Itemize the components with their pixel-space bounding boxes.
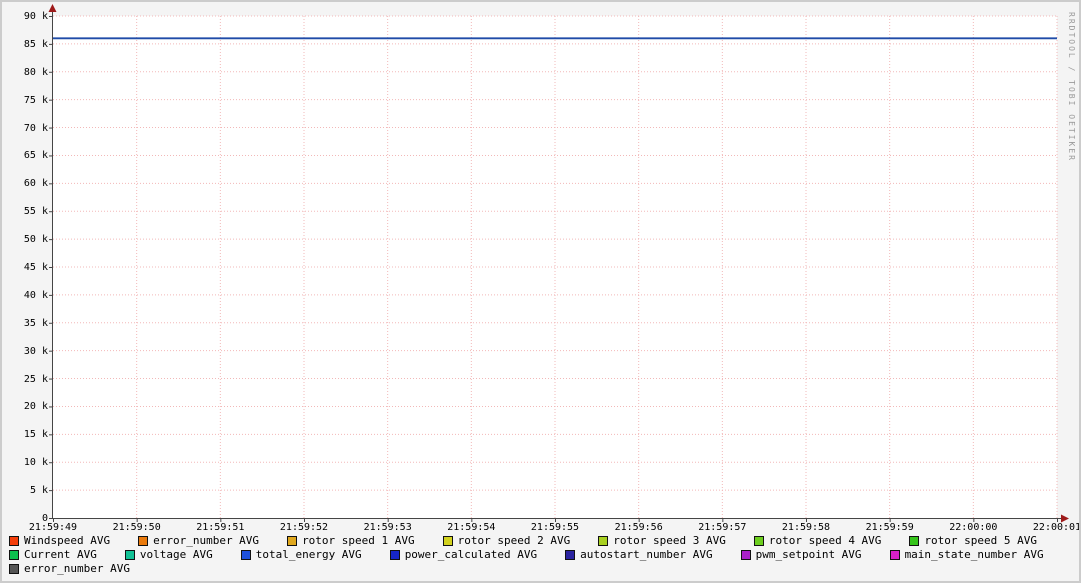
legend-row: Windspeed AVG error_number AVG rotor speed… bbox=[9, 535, 1044, 547]
legend-label: rotor speed 3 AVG bbox=[613, 534, 726, 547]
y-tick-label: 5 k bbox=[29, 485, 48, 497]
legend-swatch-icon bbox=[9, 536, 19, 546]
plot-canvas bbox=[48, 4, 1069, 523]
rrdtool-watermark: RRDTOOL / TOBI OETIKER bbox=[1067, 12, 1076, 162]
x-tick-label: 21:59:56 bbox=[614, 522, 663, 533]
legend-item: rotor speed 4 AVG bbox=[753, 534, 882, 547]
legend-item: Current AVG bbox=[9, 549, 97, 561]
legend-item: rotor speed 2 AVG bbox=[442, 534, 571, 547]
x-tick-label: 22:00:00 bbox=[949, 522, 998, 533]
legend-row: error_number AVG bbox=[9, 563, 1044, 575]
legend-swatch-icon bbox=[565, 550, 576, 560]
legend-item: rotor speed 1 AVG bbox=[287, 535, 415, 547]
legend-swatch-icon bbox=[753, 536, 764, 546]
legend-label: total_energy AVG bbox=[255, 548, 362, 561]
legend-item: autostart_number AVG bbox=[565, 548, 713, 561]
y-tick-label: 10 k bbox=[23, 457, 48, 469]
y-tick-label: 65 k bbox=[23, 150, 48, 162]
legend-swatch-icon bbox=[740, 550, 751, 560]
legend-label: error_number AVG bbox=[24, 562, 130, 575]
legend-swatch-icon bbox=[9, 564, 19, 574]
legend-swatch-icon bbox=[240, 550, 251, 560]
x-tick-label: 21:59:51 bbox=[196, 522, 245, 533]
y-tick-label: 20 k bbox=[23, 401, 48, 413]
y-tick-label: 70 k bbox=[23, 122, 48, 134]
x-tick-label: 21:59:55 bbox=[530, 522, 580, 533]
y-tick-label: 15 k bbox=[23, 429, 48, 441]
legend-swatch-icon bbox=[389, 550, 400, 560]
y-tick-label: 55 k bbox=[23, 206, 48, 218]
legend-item: power_calculated AVG bbox=[389, 548, 538, 561]
rrdtool-graph: 05 k 10 k 15 k 20 k 25 k 30 k 35 k 40 k 45 k 50 k… bbox=[0, 0, 1081, 583]
legend-swatch-icon bbox=[124, 550, 135, 560]
legend-swatch-icon bbox=[9, 550, 19, 560]
legend-label: error_number AVG bbox=[153, 534, 260, 547]
x-tick-label: 21:59:59 bbox=[865, 522, 914, 533]
legend-label: rotor speed 5 AVG bbox=[924, 534, 1038, 547]
y-tick-label: 60 k bbox=[23, 178, 48, 190]
y-tick-label: 90 k bbox=[23, 11, 48, 22]
legend-label: rotor speed 2 AVG bbox=[457, 534, 571, 547]
legend-item: rotor speed 3 AVG bbox=[598, 535, 726, 547]
y-tick-label: 25 k bbox=[23, 373, 48, 385]
legend-label: voltage AVG bbox=[139, 548, 213, 561]
legend-label: rotor speed 4 AVG bbox=[768, 534, 882, 547]
legend-item: error_number AVG bbox=[138, 535, 259, 547]
legend-swatch-icon bbox=[442, 536, 453, 546]
legend-item: voltage AVG bbox=[124, 548, 213, 561]
legend-swatch-icon bbox=[909, 536, 920, 546]
y-tick-label: 85 k bbox=[23, 38, 48, 50]
legend-item: main_state_number AVG bbox=[889, 548, 1044, 561]
legend-label: Windspeed AVG bbox=[24, 534, 111, 547]
legend-label: Current AVG bbox=[24, 548, 97, 561]
legend-swatch-icon bbox=[889, 550, 900, 560]
legend-item: error_number AVG bbox=[9, 563, 130, 575]
x-tick-label: 21:59:52 bbox=[279, 522, 329, 533]
legend-label: rotor speed 1 AVG bbox=[302, 534, 415, 547]
x-tick-label: 21:59:50 bbox=[112, 522, 161, 533]
y-axis-arrow-icon bbox=[48, 4, 57, 12]
x-tick-label: 22:00:01 bbox=[1032, 522, 1081, 533]
x-tick-label: 21:59:57 bbox=[698, 522, 747, 533]
x-tick-label: 21:59:53 bbox=[363, 522, 412, 533]
legend-label: main_state_number AVG bbox=[904, 548, 1044, 561]
legend: Windspeed AVG error_number AVG rotor speed… bbox=[9, 535, 1044, 577]
legend-label: pwm_setpoint AVG bbox=[755, 548, 862, 561]
y-tick-label: 80 k bbox=[23, 66, 48, 78]
x-tick-label: 21:59:58 bbox=[781, 522, 831, 533]
legend-item: pwm_setpoint AVG bbox=[740, 548, 862, 561]
legend-item: rotor speed 5 AVG bbox=[909, 535, 1037, 547]
y-tick-label: 45 k bbox=[23, 262, 48, 273]
legend-item: total_energy AVG bbox=[240, 548, 362, 561]
legend-item: Windspeed AVG bbox=[9, 535, 110, 547]
legend-label: autostart_number AVG bbox=[580, 548, 713, 561]
y-tick-label: 50 k bbox=[23, 234, 48, 246]
legend-swatch-icon bbox=[598, 536, 609, 546]
x-tick-label: 21:59:54 bbox=[447, 522, 496, 533]
y-tick-label: 30 k bbox=[23, 345, 48, 357]
legend-row: Current AVG voltage AVG total_energy AVG po… bbox=[9, 549, 1044, 561]
legend-label: power_calculated AVG bbox=[404, 548, 538, 561]
y-tick-label: 40 k bbox=[23, 289, 48, 301]
y-tick-label: 75 k bbox=[23, 94, 48, 106]
x-tick-label: 21:59:49 bbox=[28, 522, 78, 533]
legend-swatch-icon bbox=[138, 536, 149, 546]
y-tick-label: 35 k bbox=[23, 317, 48, 329]
legend-swatch-icon bbox=[287, 536, 298, 546]
